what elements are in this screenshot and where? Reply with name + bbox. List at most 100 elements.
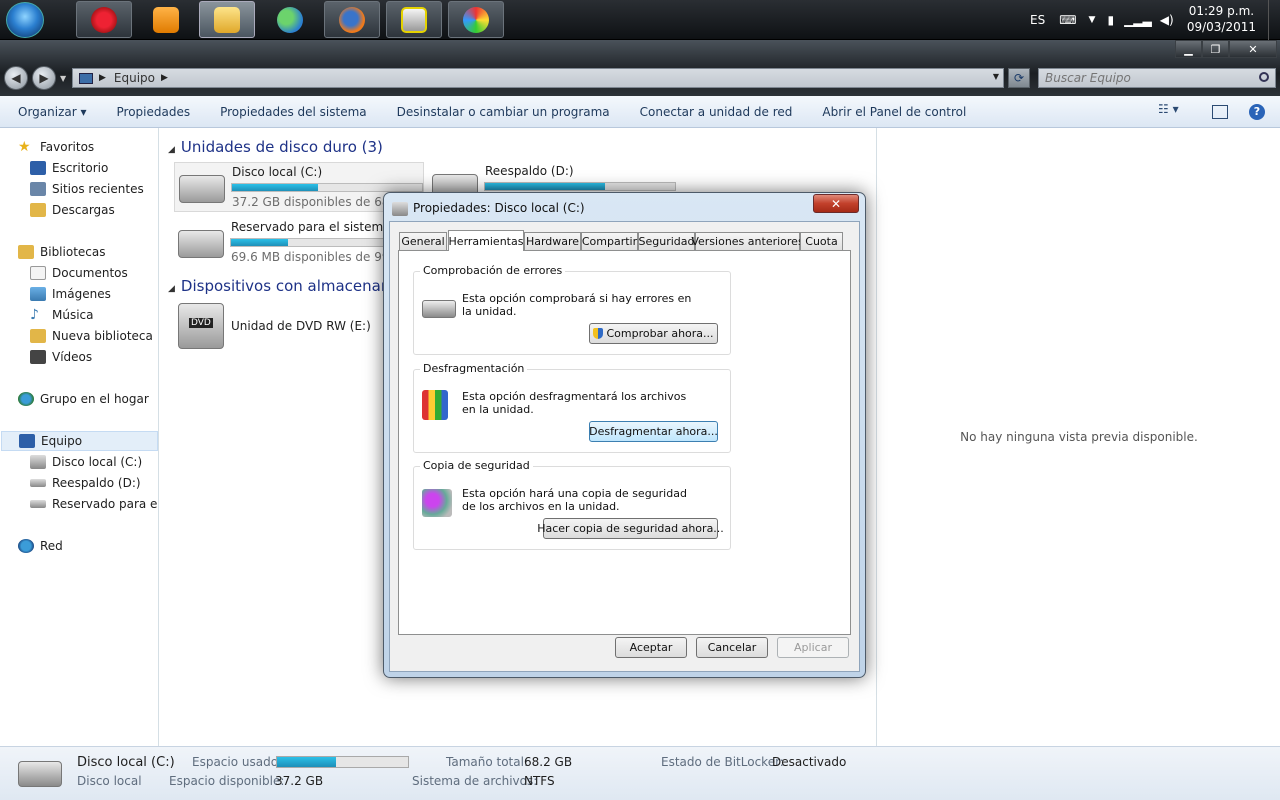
breadcrumb-separator-icon[interactable]: ▶ bbox=[99, 73, 106, 83]
explorer-titlebar: ▁ ❐ ✕ ◀ ▶ ▼ ▶ Equipo ▶ ▼ ⟳ bbox=[0, 40, 1280, 96]
tab-sharing[interactable]: Compartir bbox=[581, 232, 638, 250]
tray-expand-icon[interactable]: ▼ bbox=[1089, 15, 1096, 25]
nav-computer[interactable]: Equipo bbox=[1, 431, 158, 451]
videos-icon bbox=[30, 350, 46, 364]
properties-button[interactable]: Propiedades bbox=[117, 105, 191, 119]
clock[interactable]: 01:29 p.m. 09/03/2011 bbox=[1187, 3, 1256, 35]
map-network-drive-button[interactable]: Conectar a unidad de red bbox=[640, 105, 793, 119]
check-now-button[interactable]: Comprobar ahora... bbox=[589, 323, 718, 344]
clock-time: 01:29 p.m. bbox=[1188, 4, 1255, 18]
nav-recent[interactable]: Sitios recientes bbox=[30, 179, 144, 199]
dialog-close-button[interactable]: ✕ bbox=[813, 194, 859, 213]
backup-now-button[interactable]: Hacer copia de seguridad ahora... bbox=[537, 518, 724, 539]
hard-drives-group-header[interactable]: ◢ Unidades de disco duro (3) bbox=[168, 138, 383, 156]
collapse-triangle-icon: ◢ bbox=[168, 145, 175, 155]
details-total-value: 68.2 GB bbox=[524, 755, 573, 769]
tab-tools[interactable]: Herramientas bbox=[448, 230, 524, 251]
breadcrumb-computer[interactable]: Equipo bbox=[114, 71, 155, 85]
tab-security[interactable]: Seguridad bbox=[638, 232, 695, 250]
signal-icon[interactable]: ▁▂▃ bbox=[1124, 13, 1152, 27]
cancel-button[interactable]: Cancelar bbox=[696, 637, 768, 658]
windows-drive-icon bbox=[18, 761, 62, 787]
apply-button[interactable]: Aplicar bbox=[777, 637, 849, 658]
tab-hardware[interactable]: Hardware bbox=[524, 232, 581, 250]
nav-music[interactable]: ♪ Música bbox=[30, 305, 94, 325]
downloads-folder-icon bbox=[30, 203, 46, 217]
search-box[interactable] bbox=[1038, 68, 1276, 88]
uninstall-program-button[interactable]: Desinstalar o cambiar un programa bbox=[397, 105, 610, 119]
clock-date: 09/03/2011 bbox=[1186, 20, 1256, 34]
start-button[interactable] bbox=[6, 2, 44, 38]
search-icon[interactable] bbox=[1259, 72, 1269, 82]
nav-desktop[interactable]: Escritorio bbox=[30, 158, 108, 178]
dvd-drive-icon: DVD bbox=[178, 303, 224, 349]
media-player-icon bbox=[153, 6, 179, 33]
backup-group: Copia de seguridad Esta opción hará una … bbox=[413, 459, 731, 550]
nav-new-library[interactable]: Nueva biblioteca bbox=[30, 326, 153, 346]
organize-menu[interactable]: Organizar ▾ bbox=[18, 105, 87, 119]
preview-message: No hay ninguna vista previa disponible. bbox=[960, 430, 1198, 444]
nav-network[interactable]: Red bbox=[18, 536, 63, 556]
forward-arrow-icon: ▶ bbox=[39, 71, 49, 85]
nav-images[interactable]: Imágenes bbox=[30, 284, 111, 304]
defrag-now-button[interactable]: Desfragmentar ahora... bbox=[589, 421, 718, 442]
defrag-icon bbox=[422, 390, 448, 420]
taskbar-app-firefox[interactable] bbox=[324, 1, 380, 38]
close-button[interactable]: ✕ bbox=[1229, 40, 1277, 58]
explorer-icon bbox=[214, 6, 240, 33]
taskbar-app-kingston[interactable] bbox=[386, 1, 442, 38]
nav-homegroup[interactable]: Grupo en el hogar bbox=[18, 389, 149, 409]
nav-favorites[interactable]: ★ Favoritos bbox=[18, 137, 94, 157]
paint-icon bbox=[463, 6, 489, 33]
documents-icon bbox=[30, 266, 46, 280]
show-desktop-button[interactable] bbox=[1268, 0, 1280, 40]
recent-pages-dropdown[interactable]: ▼ bbox=[60, 74, 66, 83]
details-total-label: Tamaño total: bbox=[446, 755, 528, 769]
address-bar[interactable]: ▶ Equipo ▶ ▼ bbox=[72, 68, 1004, 88]
ok-button[interactable]: Aceptar bbox=[615, 637, 687, 658]
search-input[interactable] bbox=[1039, 69, 1249, 87]
drive-d-usage-bar bbox=[484, 182, 676, 191]
address-dropdown-icon[interactable]: ▼ bbox=[993, 72, 999, 81]
nav-videos[interactable]: Vídeos bbox=[30, 347, 92, 367]
nav-drive-reserved[interactable]: Reservado para el sistema bbox=[30, 494, 158, 514]
volume-icon[interactable]: ◀) bbox=[1160, 13, 1174, 27]
system-tray: ES ⌨ ▼ ▮ ▁▂▃ ◀) bbox=[1030, 0, 1174, 40]
taskbar-app-media[interactable] bbox=[138, 1, 194, 38]
recent-places-icon bbox=[30, 182, 46, 196]
help-icon[interactable]: ? bbox=[1249, 104, 1265, 120]
backup-icon bbox=[422, 489, 452, 517]
taskbar-app-messenger[interactable] bbox=[262, 1, 318, 38]
taskbar-app-ccleaner[interactable] bbox=[76, 1, 132, 38]
nav-documents[interactable]: Documentos bbox=[30, 263, 128, 283]
taskbar-app-explorer[interactable] bbox=[199, 1, 255, 38]
preview-pane-icon[interactable] bbox=[1212, 105, 1228, 119]
kingston-icon bbox=[401, 6, 427, 33]
tab-quota[interactable]: Cuota bbox=[800, 232, 843, 250]
forward-button[interactable]: ▶ bbox=[32, 66, 56, 90]
nav-drive-d[interactable]: Reespaldo (D:) bbox=[30, 473, 141, 493]
nav-libraries[interactable]: Bibliotecas bbox=[18, 242, 105, 262]
nav-downloads[interactable]: Descargas bbox=[30, 200, 115, 220]
pictures-icon bbox=[30, 287, 46, 301]
refresh-button[interactable]: ⟳ bbox=[1008, 68, 1030, 88]
system-properties-button[interactable]: Propiedades del sistema bbox=[220, 105, 367, 119]
back-button[interactable]: ◀ bbox=[4, 66, 28, 90]
keyboard-icon[interactable]: ⌨ bbox=[1059, 13, 1076, 27]
breadcrumb-chevron-icon[interactable]: ▶ bbox=[161, 73, 168, 83]
drive-icon bbox=[392, 202, 408, 216]
nav-drive-c[interactable]: Disco local (C:) bbox=[30, 452, 142, 472]
view-options-icon[interactable]: ☷ ▾ bbox=[1158, 102, 1179, 116]
language-indicator[interactable]: ES bbox=[1030, 13, 1045, 27]
hard-drive-icon bbox=[178, 230, 224, 258]
control-panel-button[interactable]: Abrir el Panel de control bbox=[822, 105, 966, 119]
tab-previous-versions[interactable]: Versiones anteriores bbox=[691, 232, 804, 250]
restore-button[interactable]: ❐ bbox=[1202, 40, 1229, 58]
minimize-button[interactable]: ▁ bbox=[1175, 40, 1202, 58]
collapse-triangle-icon: ◢ bbox=[168, 284, 175, 294]
taskbar-app-paint[interactable] bbox=[448, 1, 504, 38]
properties-dialog: Propiedades: Disco local (C:) ✕ General … bbox=[383, 192, 866, 678]
power-icon[interactable]: ▮ bbox=[1107, 13, 1114, 27]
messenger-icon bbox=[277, 6, 303, 33]
tab-general[interactable]: General bbox=[399, 232, 447, 250]
